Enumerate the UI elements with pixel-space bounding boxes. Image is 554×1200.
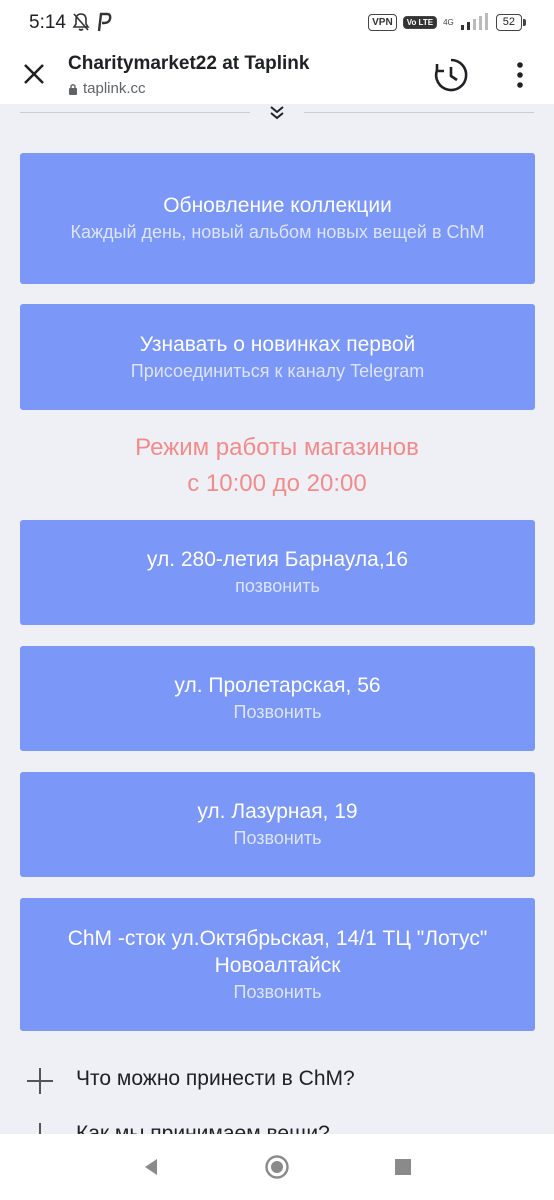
call-label: Позвонить [233,981,322,1002]
faq-label: Как мы принимаем вещи? [76,1122,330,1134]
vpn-badge: VPN [368,13,397,31]
store-address: ул. Пролетарская, 56 [174,674,381,697]
plus-icon [39,1123,41,1134]
store-address: ул. Лазурная, 19 [197,800,358,823]
signal-icon [460,13,488,30]
lock-icon [69,83,77,95]
status-time: 5:14 [29,12,66,33]
faq-label: Что можно принести в ChM? [76,1067,355,1090]
parking-app-icon [97,12,112,32]
recents-icon[interactable] [390,1154,416,1180]
store-hours: Режим работы магазинов с 10:00 до 20:00 [0,430,554,502]
card-title: Обновление коллекции [163,194,392,217]
plus-icon [27,1068,53,1094]
status-bar: 5:14 VPN Vo LTE 4G 52 [0,0,554,46]
store-button-barnaul[interactable]: ул. 280-летия Барнаула,16 позвонить [20,520,535,625]
page-title: Charitymarket22 at Taplink [68,53,310,74]
store-address: ул. 280-летия Барнаула,16 [146,548,409,571]
home-icon[interactable] [264,1154,290,1180]
store-address: ChM -сток ул.Октябрьская, 14/1 ТЦ "Лотус… [67,926,488,977]
telegram-channel-button[interactable]: Узнавать о новинках первой Присоединитьс… [20,304,535,410]
store-button-novoaltaisk[interactable]: ChM -сток ул.Октябрьская, 14/1 ТЦ "Лотус… [20,898,535,1031]
faq-item-how-we-accept[interactable]: Как мы принимаем вещи? [0,1116,554,1134]
call-label: Позвонить [233,828,322,848]
volte-badge: Vo LTE [402,15,438,29]
hours-title: Режим работы магазинов [135,434,419,461]
hours-time: с 10:00 до 20:00 [187,470,367,497]
notifications-off-icon [72,13,90,31]
back-icon[interactable] [138,1154,164,1180]
call-label: позвонить [235,576,320,596]
system-nav-bar [0,1134,554,1200]
faq-item-what-to-bring[interactable]: Что можно принести в ChM? [0,1061,554,1101]
store-button-proletarskaya[interactable]: ул. Пролетарская, 56 Позвонить [20,646,535,751]
call-label: Позвонить [233,702,322,722]
collapse-divider [0,104,554,124]
battery-indicator: 52 [495,13,527,31]
close-icon[interactable] [18,58,50,90]
card-subtitle: Каждый день, новый альбом новых вещей в … [70,222,485,242]
store-button-lazurnaya[interactable]: ул. Лазурная, 19 Позвонить [20,772,535,877]
page-url: taplink.cc [83,80,146,97]
card-title: Узнавать о новинках первой [139,332,416,356]
network-type: 4G [443,17,454,27]
more-options-icon[interactable] [508,60,532,90]
collection-update-button[interactable]: Обновление коллекции Каждый день, новый … [20,153,535,284]
double-chevron-down-icon[interactable] [266,104,288,122]
app-bar: Charitymarket22 at Taplink taplink.cc [0,46,554,104]
card-subtitle: Присоединиться к каналу Telegram [130,360,425,381]
history-icon[interactable] [432,56,470,94]
